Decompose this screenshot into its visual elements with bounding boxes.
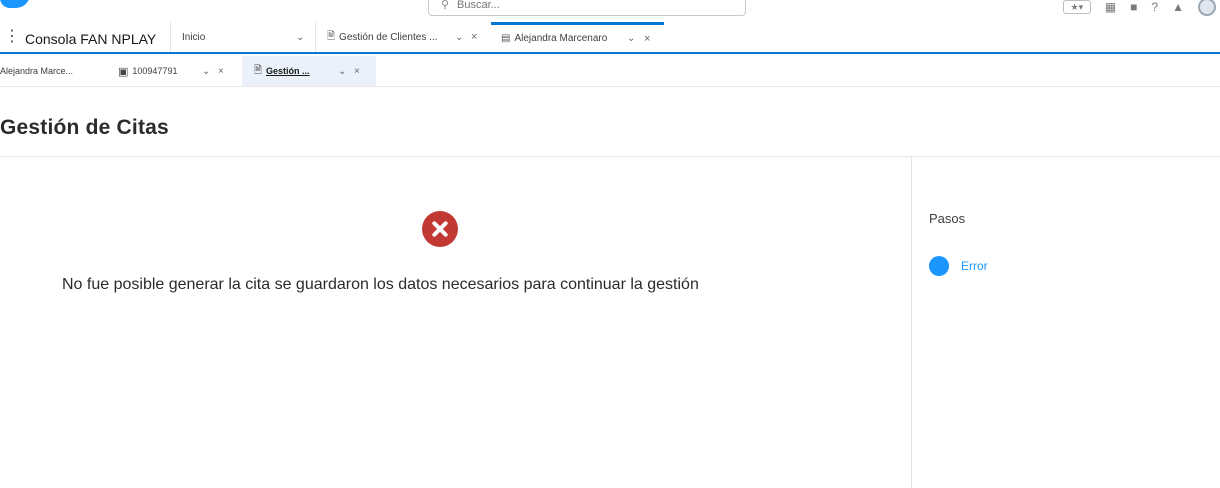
subtab-label: Alejandra Marce...: [0, 66, 74, 76]
close-icon[interactable]: ×: [471, 31, 477, 43]
global-search[interactable]: ⚲: [428, 0, 746, 16]
avatar[interactable]: [1198, 0, 1216, 16]
salesforce-logo[interactable]: [0, 0, 30, 8]
chevron-down-icon[interactable]: ⌄: [338, 66, 346, 77]
subtab-label: Gestión ...: [266, 66, 310, 76]
new-item-icon[interactable]: ▦: [1105, 0, 1116, 14]
nav-dropdown-label: Inicio: [182, 31, 206, 43]
app-name: Consola FAN NPLAY: [25, 31, 157, 47]
app-nav-bar: ⋮ Consola FAN NPLAY Inicio ⌄ 🗎 Gestión d…: [0, 22, 1220, 54]
close-icon[interactable]: ×: [644, 33, 650, 45]
tab-gestion-clientes[interactable]: 🗎 Gestión de Clientes ... ⌄ ×: [315, 22, 491, 52]
setup-assistant-icon[interactable]: ■: [1130, 0, 1137, 14]
close-icon[interactable]: ×: [218, 66, 224, 77]
subtab-bar: Alejandra Marce... ▣ 100947791 ⌄ × 🗎 Ges…: [0, 56, 1220, 87]
tab-alejandra-marcenaro[interactable]: ▤ Alejandra Marcenaro ⌄ ×: [491, 22, 664, 52]
page-title: Gestión de Citas: [0, 116, 169, 139]
steps-title: Pasos: [929, 211, 966, 226]
subtab-case[interactable]: ▣ 100947791 ⌄ ×: [110, 56, 240, 86]
error-message: No fue posible generar la cita se guarda…: [62, 276, 699, 293]
help-icon[interactable]: ?: [1151, 0, 1158, 14]
header-icons: ★▾ ▦ ■ ? ▲: [1062, 0, 1220, 16]
tab-label: Gestión de Clientes ...: [339, 31, 438, 43]
contact-icon: ▤: [501, 33, 511, 44]
global-header: ⚲ ★▾ ▦ ■ ? ▲: [0, 0, 1220, 20]
chevron-down-icon[interactable]: ⌄: [202, 66, 210, 77]
step-status-dot: [929, 256, 949, 276]
close-icon[interactable]: ×: [354, 66, 360, 77]
chevron-down-icon[interactable]: ⌄: [296, 32, 304, 43]
search-input[interactable]: [457, 0, 717, 12]
steps-panel: Pasos Error: [911, 157, 1220, 488]
notifications-icon[interactable]: ▲: [1172, 0, 1184, 14]
app-launcher-icon[interactable]: ⋮: [4, 28, 20, 48]
document-icon: 🗎: [254, 64, 263, 76]
case-briefcase-icon: ▣: [118, 65, 129, 78]
subtab-gestion[interactable]: 🗎 Gestión ... ⌄ ×: [242, 56, 376, 86]
search-icon: ⚲: [441, 0, 450, 11]
tab-label: Alejandra Marcenaro: [514, 33, 608, 44]
step-label: Error: [961, 259, 988, 273]
subtab-contact[interactable]: Alejandra Marce...: [0, 56, 110, 86]
subtab-label: 100947791: [132, 66, 178, 76]
document-icon: 🗎: [327, 30, 336, 42]
step-item: Error: [929, 256, 988, 276]
favorites-icon[interactable]: ★▾: [1062, 0, 1091, 14]
chevron-down-icon[interactable]: ⌄: [455, 32, 463, 43]
error-icon: [422, 211, 458, 247]
chevron-down-icon[interactable]: ⌄: [627, 33, 635, 44]
nav-dropdown[interactable]: Inicio ⌄: [170, 22, 315, 52]
